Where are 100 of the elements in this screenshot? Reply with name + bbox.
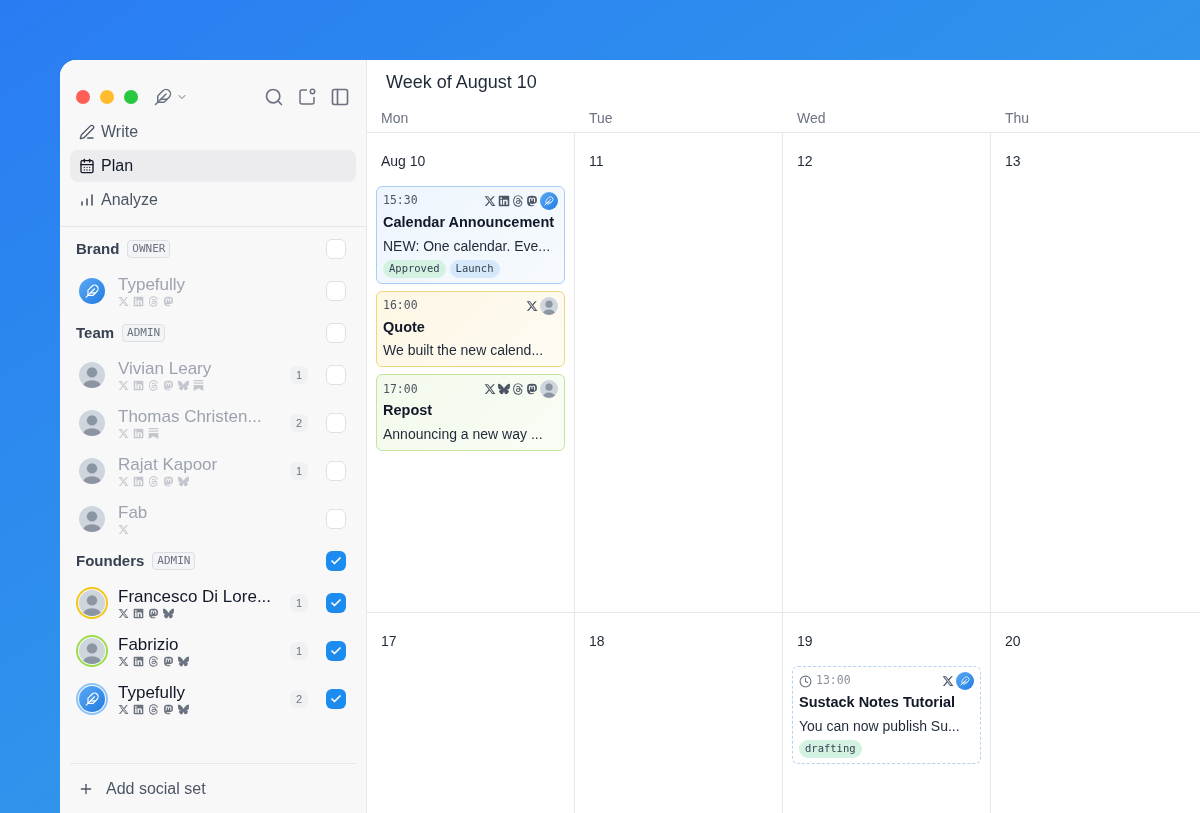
week-title: Week of August 10 <box>386 71 537 95</box>
post-preview: NEW: One calendar. Eve... <box>383 236 552 256</box>
checkbox[interactable] <box>326 461 346 481</box>
linkedin-icon <box>133 296 144 307</box>
date-label: 19 <box>796 632 814 651</box>
linkedin-icon <box>133 704 144 715</box>
calendar-icon <box>79 158 95 174</box>
role-badge: ADMIN <box>152 551 196 571</box>
check-icon <box>330 597 342 609</box>
checkbox[interactable] <box>326 323 346 343</box>
avatar-icon <box>79 362 105 388</box>
group-name: Brand <box>76 238 120 259</box>
threads-icon <box>512 383 524 396</box>
threads-icon <box>148 656 159 667</box>
check-icon <box>330 555 342 567</box>
x-logo-icon <box>118 296 129 307</box>
substack-icon <box>193 380 204 391</box>
minimize-window-button[interactable] <box>100 90 114 104</box>
post-preview: You can now publish Su... <box>799 716 961 736</box>
new-note-icon[interactable] <box>297 87 317 107</box>
check-icon <box>330 693 342 705</box>
threads-icon <box>148 704 159 715</box>
role-badge: OWNER <box>127 239 171 259</box>
account-name: Vivian Leary <box>118 359 213 379</box>
tag: Approved <box>383 259 446 278</box>
post-count: 2 <box>290 690 308 708</box>
post-time: 16:00 <box>383 296 418 314</box>
group-name: Team <box>76 322 115 343</box>
close-window-button[interactable] <box>76 90 90 104</box>
post-title: Quote <box>383 317 426 337</box>
nav-item[interactable]: Write <box>70 116 356 148</box>
sidebar-toggle-icon[interactable] <box>330 87 350 107</box>
checkbox[interactable] <box>326 413 346 433</box>
x-logo-icon <box>484 383 496 396</box>
feather-logo-icon <box>540 192 558 210</box>
post-count: 1 <box>290 594 308 612</box>
account-name: Fab <box>118 503 149 523</box>
avatar-icon <box>540 380 558 399</box>
checkbox[interactable] <box>326 641 346 661</box>
post-time: 15:30 <box>383 192 418 210</box>
checkbox[interactable] <box>326 281 346 301</box>
threads-icon <box>148 380 159 391</box>
date-label: 20 <box>1004 632 1022 651</box>
checkbox[interactable] <box>326 551 346 571</box>
butterfly-icon <box>178 380 189 391</box>
account-name: Typefully <box>118 683 187 703</box>
x-logo-icon <box>118 704 129 715</box>
substack-icon <box>148 428 159 439</box>
x-logo-icon <box>118 428 129 439</box>
x-logo-icon <box>118 608 129 619</box>
avatar-icon <box>79 458 105 484</box>
post-title: Repost <box>383 401 434 421</box>
date-label: 13 <box>1004 152 1022 171</box>
group-name: Founders <box>76 550 145 571</box>
butterfly-icon <box>178 656 189 667</box>
post-count: 1 <box>290 366 308 384</box>
nav-item[interactable]: Plan <box>70 150 356 182</box>
butterfly-icon <box>178 476 189 487</box>
checkbox[interactable] <box>326 239 346 259</box>
post-card[interactable]: 13:00 Sustack Notes Tutorial You can now publish Su... drafting <box>792 666 981 764</box>
linkedin-icon <box>133 608 144 619</box>
feather-icon <box>154 88 172 106</box>
check-icon <box>330 645 342 657</box>
threads-icon <box>148 296 159 307</box>
add-social-set-button[interactable]: Add social set <box>70 776 214 801</box>
checkbox[interactable] <box>326 593 346 613</box>
post-card[interactable]: 17:00 Repost Announcing a new way ... <box>376 374 565 451</box>
x-logo-icon <box>118 476 129 487</box>
avatar-icon <box>79 506 105 532</box>
mastodon-icon <box>163 476 174 487</box>
account-name: Rajat Kapoor <box>118 455 219 475</box>
account-switcher-button[interactable] <box>154 88 188 106</box>
day-header: Thu <box>1004 109 1031 129</box>
date-label: 12 <box>796 152 814 171</box>
post-count: 2 <box>290 414 308 432</box>
maximize-window-button[interactable] <box>124 90 138 104</box>
account-name: Francesco Di Lore... <box>118 587 273 607</box>
post-title: Calendar Announcement <box>383 213 556 232</box>
search-icon[interactable] <box>264 87 284 107</box>
day-header: Wed <box>796 109 827 129</box>
checkbox[interactable] <box>326 509 346 529</box>
x-logo-icon <box>118 380 129 391</box>
bar-chart-icon <box>79 192 95 208</box>
post-card[interactable]: 16:00 Quote We built the new calend... <box>376 290 565 368</box>
butterfly-icon <box>163 608 174 619</box>
mastodon-icon <box>526 383 538 396</box>
date-label: Aug 10 <box>380 152 427 171</box>
linkedin-icon <box>133 656 144 667</box>
checkbox[interactable] <box>326 689 346 709</box>
linkedin-icon <box>133 380 144 391</box>
account-name: Typefully <box>118 275 187 295</box>
checkbox[interactable] <box>326 365 346 385</box>
account-name: Thomas Christen... <box>118 407 263 427</box>
post-card[interactable]: 15:30 Calendar Announcement NEW: One calendar. Eve... Approved Launch <box>376 186 565 284</box>
threads-icon <box>148 476 159 487</box>
nav-item[interactable]: Analyze <box>70 184 356 216</box>
avatar-icon <box>79 410 105 436</box>
x-logo-icon <box>118 524 129 535</box>
butterfly-icon <box>498 383 510 396</box>
role-badge: ADMIN <box>122 323 166 343</box>
